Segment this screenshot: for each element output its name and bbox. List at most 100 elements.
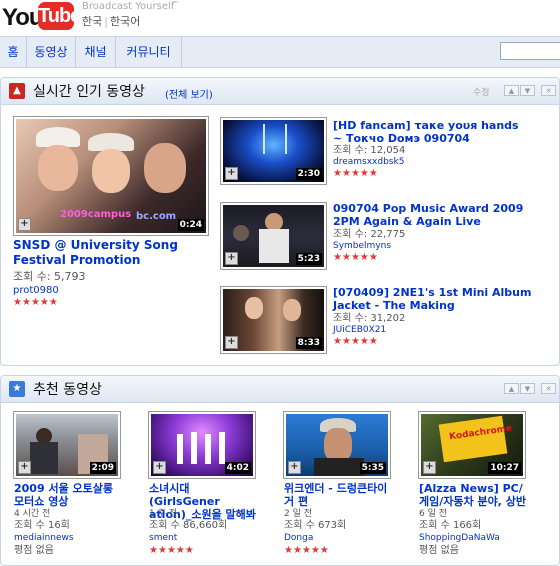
nav-videos[interactable]: 동영상 xyxy=(27,37,76,67)
star-icon: ★ xyxy=(166,545,176,556)
nav-community[interactable]: 커뮤니티 xyxy=(116,37,182,67)
video-thumbnail[interactable]: + 5:35 xyxy=(283,411,391,479)
nav-channels[interactable]: 채널 xyxy=(76,37,116,67)
video-thumbnail[interactable]: + 2:09 xyxy=(13,411,121,479)
video-age: 2 일 전 xyxy=(284,509,313,519)
video-thumbnail[interactable]: + 8:33 xyxy=(220,286,327,354)
star-icon: ★ xyxy=(368,168,378,179)
video-thumbnail[interactable]: + 5:23 xyxy=(220,202,327,270)
logo-you-text: You xyxy=(2,4,44,31)
rating-stars: ★★★★★ xyxy=(333,168,378,179)
video-title-link[interactable]: [HD fancam] τaκe уουя hands ~ Τοκчο Dοмэ… xyxy=(333,119,523,145)
video-user-link[interactable]: mediainnews xyxy=(14,533,74,544)
star-icon: ★ xyxy=(341,252,351,263)
close-icon[interactable]: ✕ xyxy=(541,383,556,394)
video-thumbnail[interactable]: + 2:30 xyxy=(220,117,327,185)
star-icon: ★ xyxy=(333,252,342,263)
duration-badge: 4:02 xyxy=(224,462,251,474)
video-thumbnail[interactable]: + 4:02 xyxy=(148,411,256,479)
video-views: 조회 수: 31,202 xyxy=(333,313,406,324)
video-user-link[interactable]: dreamsxxdbsk5 xyxy=(333,157,404,168)
video-title-link[interactable]: [070409] 2NE1's 1st Mini Album Jacket - … xyxy=(333,286,533,312)
plus-icon[interactable]: + xyxy=(18,461,31,474)
search-input[interactable] xyxy=(500,42,560,60)
star-icon: ★ xyxy=(284,545,293,556)
video-title-link[interactable]: [Alzza News] PC/게임/자동차 분야, 상반 xyxy=(419,482,529,508)
arrow-down-icon[interactable]: ▼ xyxy=(520,383,535,394)
recommended-panel-header: ★ 추천 동영상 ▲ ▼ ✕ xyxy=(1,376,559,403)
video-thumbnail[interactable]: Kodachrome + 10:27 xyxy=(418,411,526,479)
video-title-link[interactable]: 위크엔더 - 드렁큰타이거 편 xyxy=(284,482,394,508)
video-user-link[interactable]: Donga xyxy=(284,533,313,544)
arrow-up-icon[interactable]: ▲ xyxy=(504,85,519,96)
nav-home[interactable]: 홈 xyxy=(0,37,27,67)
rating-stars: ★★★★★ xyxy=(13,297,58,308)
video-user-link[interactable]: sment xyxy=(149,533,177,544)
video-views: 조회 수 16회 xyxy=(14,520,70,531)
popular-panel-title: 실시간 인기 동영상 xyxy=(33,84,145,100)
video-user-link[interactable]: Symbelmyns xyxy=(333,241,391,252)
star-icon: ★ xyxy=(310,545,320,556)
rating-text: 평점 없음 xyxy=(14,545,54,556)
plus-icon[interactable]: + xyxy=(225,336,238,349)
featured-user-link[interactable]: prot0980 xyxy=(13,285,59,296)
star-icon: ★ xyxy=(184,545,194,556)
arrow-up-icon[interactable]: ▲ xyxy=(504,383,519,394)
star-icon: ★ xyxy=(157,545,167,556)
duration-badge: 5:23 xyxy=(295,253,322,265)
video-user-link[interactable]: JUiCEB0X21 xyxy=(333,325,386,336)
star-icon: ★ xyxy=(319,545,329,556)
recommended-videos-panel: ★ 추천 동영상 ▲ ▼ ✕ + 2:09 2009 서울 오토살롱 모터쇼 영… xyxy=(0,375,560,566)
video-views: 조회 수 86,660회 xyxy=(149,520,228,531)
popular-panel-header: ▲ 실시간 인기 동영상 (전체 보기) 수정 ▲ ▼ ✕ xyxy=(1,78,559,105)
star-icon: ★ xyxy=(301,545,311,556)
star-icon: ★ xyxy=(368,336,378,347)
star-icon: ★ xyxy=(341,168,351,179)
video-views: 조회 수: 22,775 xyxy=(333,229,406,240)
duration-badge: 2:09 xyxy=(89,462,116,474)
video-title-link[interactable]: 090704 Pop Music Award 2009 2PM Again & … xyxy=(333,202,533,228)
language-selector: 한국 | 한국어 xyxy=(82,15,141,28)
plus-icon[interactable]: + xyxy=(225,167,238,180)
featured-views: 조회 수: 5,793 xyxy=(13,270,86,283)
plus-icon[interactable]: + xyxy=(288,461,301,474)
video-title-link[interactable]: 2009 서울 오토살롱 모터쇼 영상 xyxy=(14,482,124,508)
featured-overlay-text: 2009campus xyxy=(60,209,132,220)
star-icon: ★ xyxy=(333,168,342,179)
close-icon[interactable]: ✕ xyxy=(541,85,556,96)
arrow-down-icon[interactable]: ▼ xyxy=(520,85,535,96)
star-icon: ★ xyxy=(359,336,369,347)
recommended-panel-title: 추천 동영상 xyxy=(33,382,102,398)
duration-badge: 2:30 xyxy=(295,168,322,180)
video-age: 1 주 전 xyxy=(149,509,178,519)
plus-icon[interactable]: + xyxy=(18,218,31,231)
tagline: Broadcast Yourself xyxy=(82,1,175,12)
rating-stars: ★★★★★ xyxy=(149,545,194,556)
duration-badge: 10:27 xyxy=(488,462,521,474)
plus-icon[interactable]: + xyxy=(423,461,436,474)
star-icon: ★ xyxy=(350,252,360,263)
rating-stars: ★★★★★ xyxy=(333,336,378,347)
featured-overlay-text-2: bc.com xyxy=(136,211,177,222)
duration-badge: 8:33 xyxy=(295,337,322,349)
plus-icon[interactable]: + xyxy=(153,461,166,474)
star-icon: ★ xyxy=(48,297,58,308)
plus-icon[interactable]: + xyxy=(225,252,238,265)
star-icon: ★ xyxy=(341,336,351,347)
video-views: 조회 수: 12,054 xyxy=(333,145,406,156)
rating-text: 평점 없음 xyxy=(419,545,459,556)
star-icon: ★ xyxy=(292,545,302,556)
featured-video-thumbnail[interactable]: 2009campus bc.com + 0:24 xyxy=(13,116,209,236)
logo-tube-box: Tube xyxy=(38,2,81,30)
region-link[interactable]: 한국 xyxy=(82,15,102,28)
star-icon: ★ xyxy=(368,252,378,263)
duration-badge: 0:24 xyxy=(177,219,204,231)
video-user-link[interactable]: ShoppingDaNaWa xyxy=(419,533,500,544)
star-icon: ★ xyxy=(350,336,360,347)
see-all-link[interactable]: (전체 보기) xyxy=(165,86,213,101)
youtube-logo[interactable]: You Tube xyxy=(2,2,81,31)
star-icon: ★ xyxy=(39,297,49,308)
language-link[interactable]: 한국어 xyxy=(110,15,140,28)
featured-video-title[interactable]: SNSD @ University Song Festival Promotio… xyxy=(13,238,213,268)
edit-link[interactable]: 수정 xyxy=(473,85,490,98)
